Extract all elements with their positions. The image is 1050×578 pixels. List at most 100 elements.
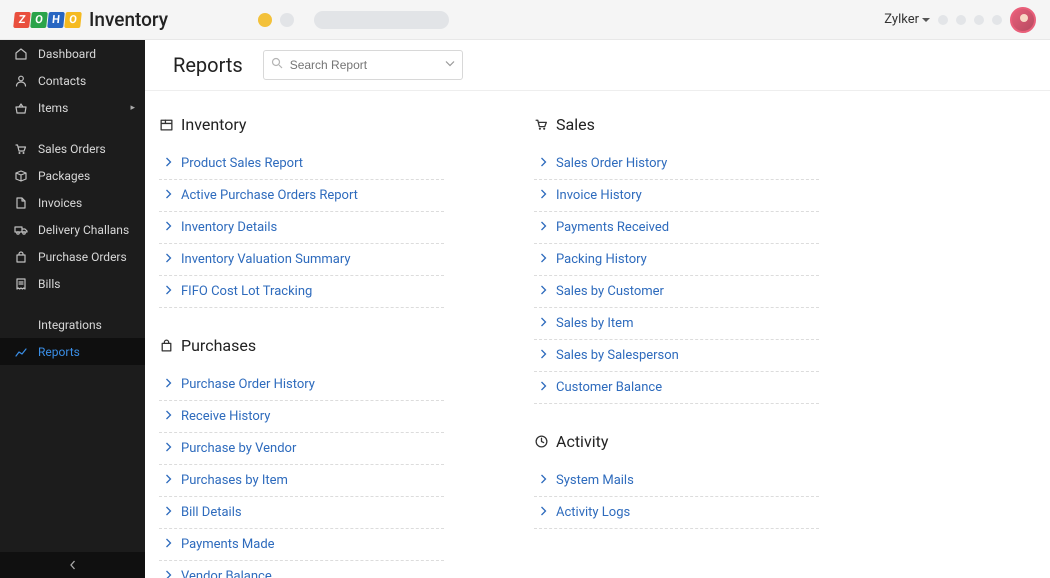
sidebar-item-contacts[interactable]: Contacts bbox=[0, 67, 145, 94]
section-title: Purchases bbox=[159, 336, 444, 355]
report-link[interactable]: Activity Logs bbox=[534, 497, 819, 529]
caret-down-icon bbox=[922, 18, 930, 22]
sidebar-item-label: Dashboard bbox=[38, 47, 96, 61]
report-link[interactable]: FIFO Cost Lot Tracking bbox=[159, 276, 444, 308]
section-title-label: Sales bbox=[556, 115, 595, 134]
report-link[interactable]: Invoice History bbox=[534, 180, 819, 212]
sidebar-item-reports[interactable]: Reports bbox=[0, 338, 145, 365]
report-link-label: Purchases by Item bbox=[181, 473, 288, 488]
chevron-right-icon bbox=[540, 316, 548, 331]
package-icon bbox=[14, 169, 28, 183]
report-link-label: Active Purchase Orders Report bbox=[181, 188, 358, 203]
report-link[interactable]: Inventory Details bbox=[159, 212, 444, 244]
report-link[interactable]: Sales Order History bbox=[534, 148, 819, 180]
report-link[interactable]: Purchase Order History bbox=[159, 369, 444, 401]
report-link-label: Purchase by Vendor bbox=[181, 441, 296, 456]
sidebar-item-items[interactable]: Items▸ bbox=[0, 94, 145, 121]
search-icon bbox=[271, 57, 283, 73]
chevron-right-icon bbox=[165, 284, 173, 299]
report-link-label: Customer Balance bbox=[556, 380, 662, 395]
cart-icon bbox=[14, 142, 28, 156]
report-link-label: Sales by Salesperson bbox=[556, 348, 679, 363]
sidebar-item-packages[interactable]: Packages bbox=[0, 162, 145, 189]
chevron-right-icon bbox=[165, 156, 173, 171]
report-link[interactable]: Sales by Salesperson bbox=[534, 340, 819, 372]
chevron-right-icon: ▸ bbox=[130, 103, 135, 113]
report-link[interactable]: Packing History bbox=[534, 244, 819, 276]
section-title-label: Activity bbox=[556, 432, 608, 451]
section-title-label: Inventory bbox=[181, 115, 247, 134]
sidebar-item-delivery-challans[interactable]: Delivery Challans bbox=[0, 216, 145, 243]
chevron-right-icon bbox=[165, 377, 173, 392]
report-link-label: Packing History bbox=[556, 252, 647, 267]
section-title: Inventory bbox=[159, 115, 444, 134]
report-link-label: Inventory Valuation Summary bbox=[181, 252, 351, 267]
reports-column: SalesSales Order HistoryInvoice HistoryP… bbox=[534, 115, 819, 578]
sidebar-item-invoices[interactable]: Invoices bbox=[0, 189, 145, 216]
sidebar-item-dashboard[interactable]: Dashboard bbox=[0, 40, 145, 67]
report-link[interactable]: Product Sales Report bbox=[159, 148, 444, 180]
report-link[interactable]: Purchases by Item bbox=[159, 465, 444, 497]
sidebar-item-bills[interactable]: Bills bbox=[0, 270, 145, 297]
truck-icon bbox=[14, 223, 28, 237]
report-section-activity: Activity System Mails Activity Logs bbox=[534, 432, 819, 529]
chevron-down-icon bbox=[445, 59, 455, 72]
report-link-label: Bill Details bbox=[181, 505, 242, 520]
sidebar-collapse-button[interactable] bbox=[0, 552, 145, 578]
org-switcher[interactable]: Zylker bbox=[884, 12, 930, 27]
report-list: System Mails Activity Logs bbox=[534, 465, 819, 529]
report-link[interactable]: Payments Received bbox=[534, 212, 819, 244]
sidebar-item-label: Reports bbox=[38, 345, 80, 359]
chevron-right-icon bbox=[165, 537, 173, 552]
report-link[interactable]: Inventory Valuation Summary bbox=[159, 244, 444, 276]
report-link[interactable]: Active Purchase Orders Report bbox=[159, 180, 444, 212]
section-title: Sales bbox=[534, 115, 819, 134]
report-link-label: Activity Logs bbox=[556, 505, 630, 520]
chevron-right-icon bbox=[540, 473, 548, 488]
sidebar-nav: Dashboard ContactsItems▸ Sales Orders Packa… bbox=[0, 40, 145, 552]
basket-icon bbox=[14, 101, 28, 115]
sidebar-item-sales-orders[interactable]: Sales Orders bbox=[0, 135, 145, 162]
sidebar-item-purchase-orders[interactable]: Purchase Orders bbox=[0, 243, 145, 270]
home-icon bbox=[14, 47, 28, 61]
search-report-control[interactable] bbox=[263, 50, 463, 80]
report-link-label: Sales Order History bbox=[556, 156, 667, 171]
app-logo[interactable]: ZOHO Inventory bbox=[14, 8, 168, 31]
sidebar-item-label: Invoices bbox=[38, 196, 82, 210]
chevron-right-icon bbox=[540, 156, 548, 171]
report-list: Purchase Order HistoryReceive History Pur… bbox=[159, 369, 444, 578]
chevron-right-icon bbox=[540, 252, 548, 267]
report-link[interactable]: System Mails bbox=[534, 465, 819, 497]
org-name-label: Zylker bbox=[884, 12, 919, 27]
report-link[interactable]: Sales by Customer bbox=[534, 276, 819, 308]
section-title-label: Purchases bbox=[181, 336, 256, 355]
report-link[interactable]: Receive History bbox=[159, 401, 444, 433]
dot-icon bbox=[992, 15, 1002, 25]
report-link[interactable]: Bill Details bbox=[159, 497, 444, 529]
chevron-right-icon bbox=[540, 380, 548, 395]
report-link[interactable]: Payments Made bbox=[159, 529, 444, 561]
chevron-right-icon bbox=[165, 569, 173, 578]
report-list: Sales Order History Invoice HistoryPaymen… bbox=[534, 148, 819, 404]
search-report-input[interactable] bbox=[263, 50, 463, 80]
chevron-right-icon bbox=[165, 252, 173, 267]
chevron-right-icon bbox=[540, 188, 548, 203]
sidebar-item-integrations[interactable]: Integrations bbox=[0, 311, 145, 338]
reports-body: Inventory Product Sales Report Active Purc… bbox=[145, 91, 1050, 578]
report-link-label: Vendor Balance bbox=[181, 569, 272, 578]
report-link[interactable]: Sales by Item bbox=[534, 308, 819, 340]
chevron-left-icon bbox=[68, 560, 78, 570]
report-list: Product Sales Report Active Purchase Orde… bbox=[159, 148, 444, 308]
chevron-right-icon bbox=[540, 284, 548, 299]
report-link[interactable]: Customer Balance bbox=[534, 372, 819, 404]
none-icon bbox=[14, 318, 28, 332]
report-link[interactable]: Purchase by Vendor bbox=[159, 433, 444, 465]
avatar[interactable] bbox=[1010, 7, 1036, 33]
report-link[interactable]: Vendor Balance bbox=[159, 561, 444, 578]
page-title: Reports bbox=[173, 53, 243, 77]
report-section-inventory: Inventory Product Sales Report Active Purc… bbox=[159, 115, 444, 308]
sidebar-item-label: Sales Orders bbox=[38, 142, 106, 156]
chevron-right-icon bbox=[165, 220, 173, 235]
chevron-right-icon bbox=[165, 188, 173, 203]
file-icon bbox=[14, 196, 28, 210]
